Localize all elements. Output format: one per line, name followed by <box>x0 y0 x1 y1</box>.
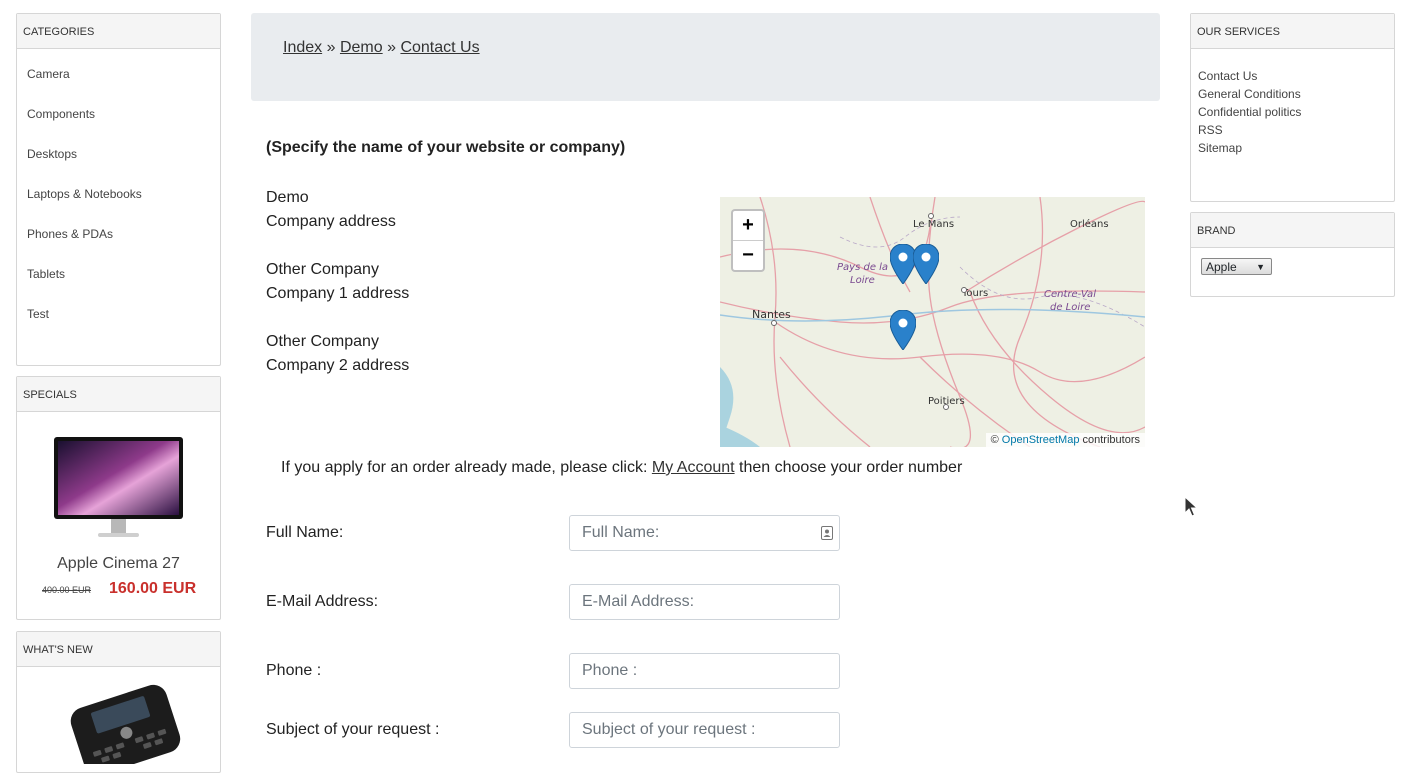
services-title: OUR SERVICES <box>1191 14 1394 49</box>
attribution-suffix: contributors <box>1082 434 1140 446</box>
map-label-pays-loire-2: Loire <box>850 275 875 286</box>
order-note-after: then choose your order number <box>739 459 963 476</box>
service-confidential-politics[interactable]: Confidential politics <box>1198 103 1301 121</box>
company-address-1: Company address <box>266 213 396 230</box>
map-label-orleans: Orléans <box>1070 218 1109 230</box>
product-price: 160.00 EUR <box>109 580 197 597</box>
categories-box: CATEGORIES Camera Components Desktops La… <box>16 13 221 366</box>
company-address-3: Company 2 address <box>266 357 410 374</box>
category-camera[interactable]: Camera <box>27 67 70 81</box>
brand-title: BRAND <box>1191 213 1394 248</box>
my-account-link[interactable]: My Account <box>652 459 735 476</box>
map-label-nantes: Nantes <box>752 308 791 321</box>
location-map[interactable]: Le Mans Orléans Tours Nantes Poitiers Pa… <box>720 197 1145 447</box>
product-image[interactable] <box>53 437 184 541</box>
map-label-centre: Centre-Val <box>1044 289 1096 300</box>
attribution-copyright: © <box>990 434 999 446</box>
whats-new-box: WHAT'S NEW <box>16 631 221 773</box>
category-laptops[interactable]: Laptops & Notebooks <box>27 187 142 201</box>
phone-input[interactable] <box>569 653 840 689</box>
map-label-le-mans: Le Mans <box>913 219 954 230</box>
company-heading: (Specify the name of your website or com… <box>266 139 626 156</box>
company-name-3: Other Company <box>266 333 379 350</box>
full-name-input[interactable] <box>569 515 840 551</box>
zoom-in-button[interactable]: + <box>733 211 763 241</box>
subject-input[interactable] <box>569 712 840 748</box>
mouse-cursor-icon <box>1184 496 1198 517</box>
email-label: E-Mail Address: <box>266 593 379 610</box>
product-old-price: 400.00 EUR <box>42 585 92 595</box>
whats-new-title: WHAT'S NEW <box>17 632 220 667</box>
map-label-centre-2: de Loire <box>1050 302 1090 313</box>
map-attribution: © OpenStreetMap contributors <box>985 433 1145 447</box>
company-address-2: Company 1 address <box>266 285 410 302</box>
contact-card-icon <box>821 526 833 540</box>
services-box: OUR SERVICES Contact Us General Conditio… <box>1190 13 1395 202</box>
breadcrumb-separator: » <box>326 39 336 56</box>
order-note: If you apply for an order already made, … <box>281 459 962 477</box>
category-phones[interactable]: Phones & PDAs <box>27 227 113 241</box>
category-test[interactable]: Test <box>27 307 49 321</box>
category-components[interactable]: Components <box>27 107 95 121</box>
map-zoom-control: + − <box>731 209 765 272</box>
brand-selected-value: Apple <box>1206 260 1237 274</box>
map-marker-icon[interactable] <box>913 244 939 284</box>
brand-select[interactable]: Apple ▼ <box>1201 258 1272 275</box>
company-name-2: Other Company <box>266 261 379 278</box>
category-desktops[interactable]: Desktops <box>27 147 77 161</box>
breadcrumb-separator: » <box>387 39 396 56</box>
openstreetmap-link[interactable]: OpenStreetMap <box>1002 434 1080 446</box>
service-contact-us[interactable]: Contact Us <box>1198 67 1301 85</box>
breadcrumb-contact-us[interactable]: Contact Us <box>400 39 479 56</box>
dropdown-arrow-icon: ▼ <box>1256 262 1265 272</box>
service-sitemap[interactable]: Sitemap <box>1198 139 1301 157</box>
breadcrumb: Index » Demo » Contact Us <box>251 13 1160 101</box>
breadcrumb-index[interactable]: Index <box>283 39 322 56</box>
breadcrumb-demo[interactable]: Demo <box>340 39 383 56</box>
map-marker-icon[interactable] <box>890 310 916 350</box>
full-name-label: Full Name: <box>266 524 344 541</box>
map-tiles: Le Mans Orléans Tours Nantes Poitiers Pa… <box>720 197 1145 447</box>
services-list: Contact Us General Conditions Confidenti… <box>1198 67 1301 157</box>
product-name[interactable]: Apple Cinema 27 <box>17 555 220 573</box>
email-input[interactable] <box>569 584 840 620</box>
category-tablets[interactable]: Tablets <box>27 267 65 281</box>
specials-title: SPECIALS <box>17 377 220 412</box>
service-general-conditions[interactable]: General Conditions <box>1198 85 1301 103</box>
order-note-before: If you apply for an order already made, … <box>281 459 648 476</box>
brand-box: BRAND Apple ▼ <box>1190 212 1395 297</box>
phone-image[interactable] <box>57 684 187 773</box>
specials-box: SPECIALS Apple Cinema 27 400.00 EUR 160.… <box>16 376 221 620</box>
phone-label: Phone : <box>266 662 322 679</box>
map-label-pays-loire: Pays de la <box>837 262 888 273</box>
zoom-out-button[interactable]: − <box>733 241 763 270</box>
company-name-1: Demo <box>266 189 309 206</box>
service-rss[interactable]: RSS <box>1198 121 1301 139</box>
subject-label: Subject of your request : <box>266 721 440 738</box>
categories-title: CATEGORIES <box>17 14 220 49</box>
